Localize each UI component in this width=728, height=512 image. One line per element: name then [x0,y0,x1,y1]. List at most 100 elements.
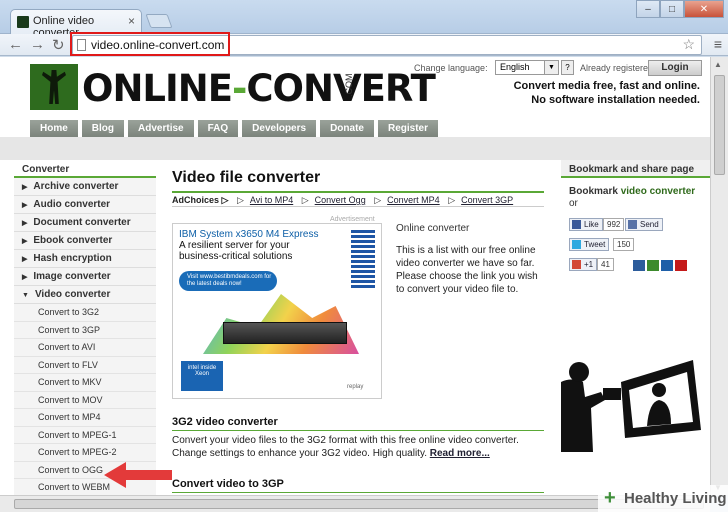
login-button[interactable]: Login [648,60,702,76]
menu-blog[interactable]: Blog [81,120,125,137]
sidebar-item-ebook[interactable]: ▶ Ebook converter [14,232,156,250]
vertical-scrollbar[interactable]: ▲ ▼ [710,57,728,495]
menu-register[interactable]: Register [377,120,438,137]
sidebar-sub-mp4[interactable]: Convert to MP4 [14,409,156,427]
chevron-right-icon: ▶ [22,220,28,227]
tagline: Convert media free, fast and online. No … [490,79,700,107]
sidebar-item-archive[interactable]: ▶ Archive converter [14,178,156,196]
read-more-link[interactable]: Read more... [430,448,490,459]
wrench-menu-icon[interactable]: ≡ [714,36,722,52]
maximize-icon[interactable]: □ [660,0,684,18]
quick-links: AdChoices ▷ ▷ Avi to MP4 ▷ Convert Ogg ▷ Co… [172,193,544,207]
delicious-icon[interactable] [633,260,645,271]
share-more-icon[interactable] [675,260,687,271]
reload-icon[interactable]: ↻ [52,36,65,54]
sidebar-sub-mpeg2[interactable]: Convert to MPEG-2 [14,444,156,462]
sidebar-sub-avi[interactable]: Convert to AVI [14,339,156,357]
menu-developers[interactable]: Developers [242,120,317,137]
browser-tab[interactable]: Online video converter × [10,9,142,39]
gplus-count: 41 [597,258,614,271]
sidebar-item-document[interactable]: ▶ Document converter [14,214,156,232]
plus-logo-icon: + [604,487,616,509]
sidebar-sub-mpeg1[interactable]: Convert to MPEG-1 [14,427,156,444]
menu-advertise[interactable]: Advertise [128,120,194,137]
tab-close-icon[interactable]: × [128,14,135,28]
chevron-down-icon[interactable]: ▼ [544,61,558,74]
bookmark-star-icon[interactable]: ☆ [682,36,695,53]
facebook-send-button[interactable]: Send [625,218,663,231]
ad-banner[interactable]: IBM System x3650 M4 Express A resilient … [172,223,382,399]
help-icon[interactable]: ? [561,60,574,75]
sidebar-item-image[interactable]: ▶ Image converter [14,268,156,286]
digg-icon[interactable] [661,260,673,271]
chevron-right-icon: ▶ [22,238,28,245]
ad-headline: IBM System x3650 M4 Express [179,229,319,240]
link-convert-ogg[interactable]: Convert Ogg [315,195,366,205]
bookmark-link[interactable]: video converter [621,186,695,197]
twitter-icon [572,240,581,249]
menu-faq[interactable]: FAQ [197,120,239,137]
back-arrow-icon[interactable]: ← [8,36,23,53]
logo-online: ONLINE [82,67,233,110]
header-divider [0,137,710,160]
ad-replay[interactable]: replay [347,384,363,390]
send-icon [628,220,637,229]
language-select[interactable]: English ▼ [495,60,559,75]
sidebar-sub-3g2[interactable]: Convert to 3G2 [14,304,156,322]
sidebar-sub-mov[interactable]: Convert to MOV [14,392,156,409]
stumbleupon-icon[interactable] [647,260,659,271]
gplus-label: +1 [584,260,594,269]
link-avi-to-mp4[interactable]: Avi to MP4 [250,195,293,205]
window-close-icon[interactable]: ✕ [684,0,724,18]
sidebar-item-label: Audio converter [33,199,111,210]
online-converter-heading: Online converter [396,223,470,234]
sidebar-sub-3gp[interactable]: Convert to 3GP [14,322,156,339]
sidebar-sub-flv[interactable]: Convert to FLV [14,357,156,374]
facebook-like-button[interactable]: Like [569,218,603,231]
language-value: English [500,62,530,72]
like-count: 992 [603,218,625,231]
section-3g2-title[interactable]: 3G2 video converter [172,416,544,431]
minimize-icon[interactable]: – [636,0,660,18]
section-3gp-title[interactable]: Convert video to 3GP [172,478,544,493]
main-content: Video file converter AdChoices ▷ ▷ Avi to… [172,160,544,493]
send-label: Send [640,220,659,229]
gplus-button[interactable]: +1 [569,258,598,271]
forward-arrow-icon[interactable]: → [30,36,45,53]
sidebar-sub-mkv[interactable]: Convert to MKV [14,374,156,392]
sidebar-title: Converter [14,160,156,178]
section-3g2: 3G2 video converter Convert your video f… [172,416,544,460]
chevron-right-icon: ▶ [22,256,28,263]
bookmark-or: or [569,198,578,209]
new-tab-button[interactable] [145,14,173,28]
logo-figure-icon[interactable] [30,64,78,110]
scroll-up-icon[interactable]: ▲ [714,60,722,69]
sidebar-item-video[interactable]: ▼ Video converter [14,286,156,304]
sidebar-item-label: Hash encryption [33,253,112,264]
chevron-right-icon: ▶ [22,274,28,281]
red-arrow-annotation [104,462,172,488]
adchoices-link[interactable]: AdChoices ▷ [172,195,228,205]
chevron-right-icon: ▶ [22,184,28,191]
video-silhouette-image [561,352,710,452]
site-logo[interactable]: ONLINE-CONVERT [82,67,436,110]
section-3gp: Convert video to 3GP [172,478,544,493]
tweet-button[interactable]: Tweet [569,238,610,251]
menu-donate[interactable]: Donate [320,120,374,137]
already-registered-label: Already registered? [580,63,659,73]
sidebar-item-hash[interactable]: ▶ Hash encryption [14,250,156,268]
site-header: ONLINE-CONVERT .COM Change language: Eng… [0,57,710,137]
ad-cta-button[interactable]: Visit www.bestibmdeals.com for the lates… [179,271,277,291]
vertical-scroll-thumb[interactable] [714,75,725,175]
link-convert-mp4[interactable]: Convert MP4 [387,195,440,205]
sidebar-item-audio[interactable]: ▶ Audio converter [14,196,156,214]
page-title: Video file converter [172,160,544,193]
ad-subline: A resilient server for your business-cri… [179,240,293,262]
link-convert-3gp[interactable]: Convert 3GP [461,195,513,205]
sidebar-item-label: Video converter [34,289,111,300]
sidebar-item-label: Document converter [33,217,131,228]
chevron-right-icon: ▶ [22,202,28,209]
link-bullet: ▷ [374,195,382,205]
section-3g2-text: Convert your video files to the 3G2 form… [172,431,544,460]
menu-home[interactable]: Home [30,120,78,137]
